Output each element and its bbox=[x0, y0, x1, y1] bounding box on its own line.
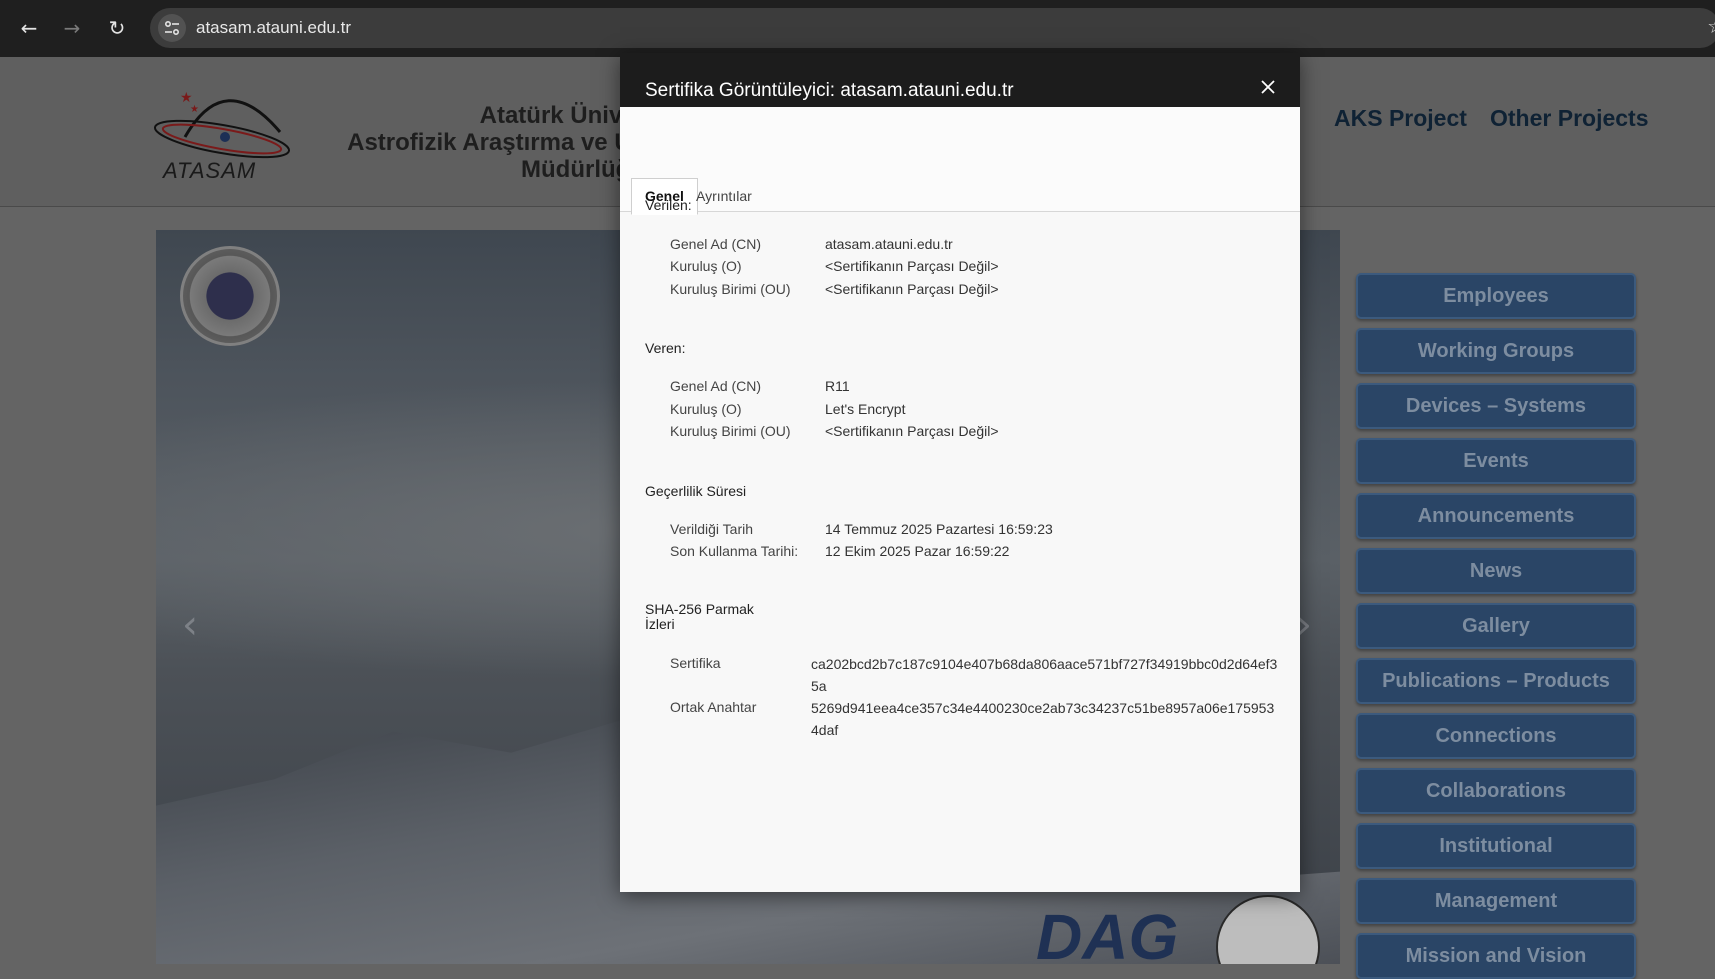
issued-by-cn-value: R11 bbox=[825, 378, 850, 394]
issued-by-o-label: Kuruluş (O) bbox=[670, 401, 742, 417]
cert-fingerprint-value: ca202bcd2b7c187c9104e407b68da806aace571b… bbox=[811, 656, 1278, 694]
certificate-viewer-dialog: Sertifika Görüntüleyici: atasam.atauni.e… bbox=[620, 53, 1300, 892]
fingerprints-heading-line2: İzleri bbox=[645, 616, 675, 632]
close-icon[interactable] bbox=[1258, 77, 1278, 97]
expiry-date-label: Son Kullanma Tarihi: bbox=[670, 543, 799, 559]
address-bar[interactable]: atasam.atauni.edu.tr bbox=[150, 8, 1715, 48]
side-nav-management[interactable]: Management bbox=[1356, 878, 1636, 924]
issued-to-cn-value: atasam.atauni.edu.tr bbox=[825, 236, 953, 252]
issued-to-o-label: Kuruluş (O) bbox=[670, 258, 742, 274]
issued-to-cn-label: Genel Ad (CN) bbox=[670, 236, 762, 252]
url-text: atasam.atauni.edu.tr bbox=[196, 18, 351, 37]
issued-by-o-value: Let's Encrypt bbox=[825, 401, 906, 417]
nav-link-aks-project[interactable]: AKS Project bbox=[1334, 105, 1467, 132]
issued-by-ou-value: <Sertifikanın Parçası Değil> bbox=[825, 423, 999, 439]
side-nav-devices-systems[interactable]: Devices – Systems bbox=[1356, 383, 1636, 429]
side-nav-institutional[interactable]: Institutional bbox=[1356, 823, 1636, 869]
title-line: Müdürlüğü bbox=[521, 156, 645, 183]
issued-to-heading: Verilen: bbox=[645, 197, 692, 213]
fingerprints-heading-line1: SHA-256 Parmak bbox=[645, 601, 754, 617]
side-nav-working-groups[interactable]: Working Groups bbox=[1356, 328, 1636, 374]
title-line: Atatürk Üniver bbox=[479, 102, 645, 129]
dialog-header: Sertifika Görüntüleyici: atasam.atauni.e… bbox=[620, 53, 1300, 107]
title-line: Astrofizik Araştırma ve Uy bbox=[347, 129, 645, 156]
issued-to-o-value: <Sertifikanın Parçası Değil> bbox=[825, 258, 999, 274]
slider-prev-icon[interactable]: ‹ bbox=[182, 602, 198, 648]
issued-by-heading: Veren: bbox=[645, 340, 686, 356]
university-title: Atatürk Üniver Astrofizik Araştırma ve U… bbox=[305, 102, 645, 183]
side-nav-publications-products[interactable]: Publications – Products bbox=[1356, 658, 1636, 704]
issued-by-cn-label: Genel Ad (CN) bbox=[670, 378, 762, 394]
university-seal-logo bbox=[180, 246, 280, 346]
public-key-fingerprint-value: 5269d941eea4ce357c34e4400230ce2ab73c3423… bbox=[811, 700, 1275, 738]
nav-link-other-projects[interactable]: Other Projects bbox=[1490, 105, 1649, 132]
tab-details[interactable]: Ayrıntılar bbox=[683, 179, 765, 214]
browser-toolbar: ← → ↻ atasam.atauni.edu.tr ☆ bbox=[0, 0, 1715, 57]
validity-heading: Geçerlilik Süresi bbox=[645, 483, 747, 499]
public-key-fingerprint-label: Ortak Anahtar bbox=[670, 699, 757, 715]
cert-fingerprint-label: Sertifika bbox=[670, 655, 721, 671]
side-nav-gallery[interactable]: Gallery bbox=[1356, 603, 1636, 649]
issued-by-ou-label: Kuruluş Birimi (OU) bbox=[670, 423, 791, 439]
bookmark-star-icon[interactable]: ☆ bbox=[1707, 14, 1715, 38]
tab-bar: Genel Ayrıntılar bbox=[620, 107, 1300, 215]
side-nav-announcements[interactable]: Announcements bbox=[1356, 493, 1636, 539]
forward-arrow-icon[interactable]: → bbox=[57, 13, 87, 43]
expiry-date-value: 12 Ekim 2025 Pazar 16:59:22 bbox=[825, 543, 1010, 559]
side-nav-mission-vision[interactable]: Mission and Vision bbox=[1356, 933, 1636, 979]
issued-to-ou-value: <Sertifikanın Parçası Değil> bbox=[825, 281, 999, 297]
issued-date-value: 14 Temmuz 2025 Pazartesi 16:59:23 bbox=[825, 521, 1053, 537]
side-nav-news[interactable]: News bbox=[1356, 548, 1636, 594]
side-nav-connections[interactable]: Connections bbox=[1356, 713, 1636, 759]
reload-icon[interactable]: ↻ bbox=[102, 13, 132, 43]
dialog-title: Sertifika Görüntüleyici: atasam.atauni.e… bbox=[645, 80, 1014, 101]
issued-to-ou-label: Kuruluş Birimi (OU) bbox=[670, 281, 791, 297]
logo-text: ATASAM bbox=[163, 158, 257, 183]
svg-text:★: ★ bbox=[190, 104, 199, 115]
issued-date-label: Verildiği Tarih bbox=[670, 521, 754, 537]
dag-logo: DAG bbox=[1036, 901, 1179, 964]
side-nav-employees[interactable]: Employees bbox=[1356, 273, 1636, 319]
side-nav-events[interactable]: Events bbox=[1356, 438, 1636, 484]
site-info-icon[interactable] bbox=[158, 14, 186, 42]
side-nav-collaborations[interactable]: Collaborations bbox=[1356, 768, 1636, 814]
back-arrow-icon[interactable]: ← bbox=[14, 13, 44, 43]
